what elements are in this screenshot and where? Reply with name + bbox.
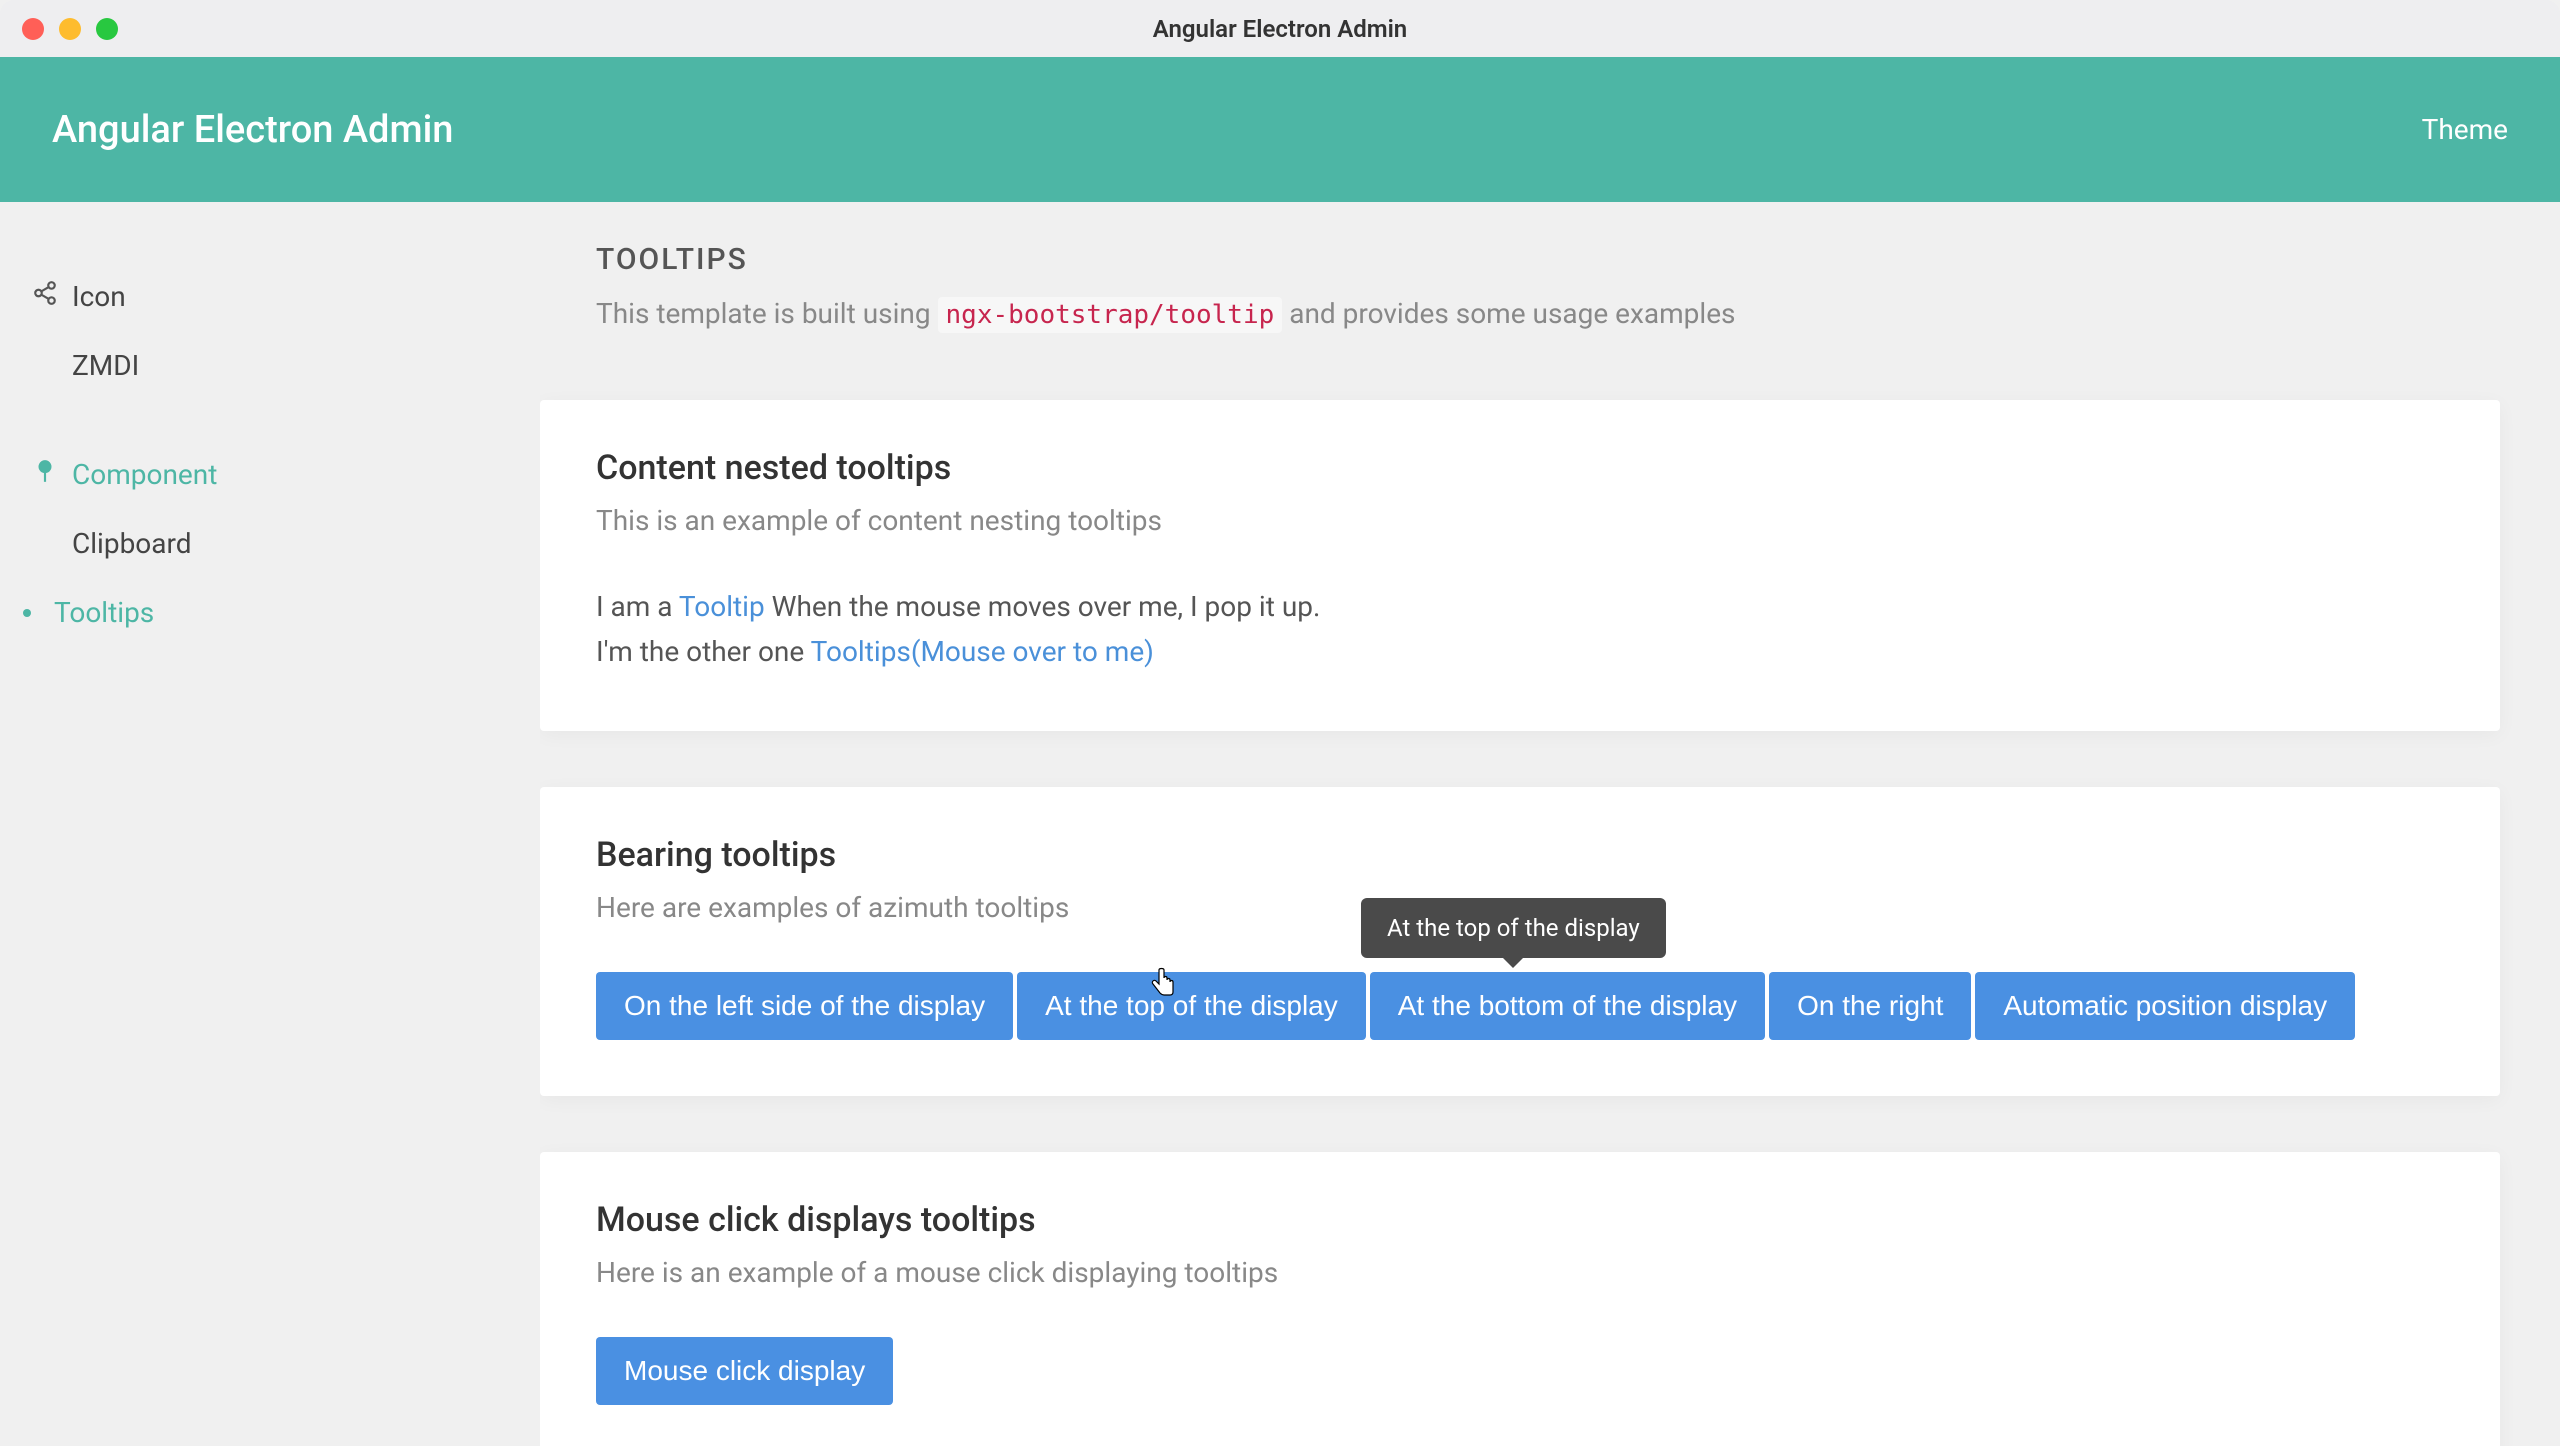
card-content-nested-tooltips: Content nested tooltips This is an examp… [540, 400, 2500, 731]
window-title: Angular Electron Admin [1153, 15, 1407, 43]
card-subtitle: Here is an example of a mouse click disp… [596, 1256, 2444, 1289]
sidebar: Icon ZMDI Component Clipboard Tooltips [0, 202, 540, 1446]
page-subtext: This template is built using ngx-bootstr… [540, 297, 2500, 330]
main-content: TOOLTIPS This template is built using ng… [540, 202, 2560, 1446]
card-mouse-click-tooltips: Mouse click displays tooltips Here is an… [540, 1152, 2500, 1446]
share-icon [32, 280, 58, 313]
tooltip-button-top[interactable]: At the top of the display [1017, 972, 1366, 1040]
maximize-window-button[interactable] [96, 18, 118, 40]
pin-icon [32, 458, 58, 491]
tooltip-button-bottom[interactable]: At the bottom of the display [1370, 972, 1765, 1040]
sidebar-group-label: Icon [72, 280, 126, 313]
sidebar-item-label: Tooltips [54, 578, 154, 647]
dot-icon [23, 609, 31, 617]
button-row: At the top of the display On the left si… [596, 972, 2444, 1040]
close-window-button[interactable] [22, 18, 44, 40]
tooltip-button-auto[interactable]: Automatic position display [1975, 972, 2355, 1040]
sidebar-group-icon[interactable]: Icon [0, 262, 540, 331]
tooltip-link-2[interactable]: Tooltips(Mouse over to me) [811, 635, 1154, 668]
tooltip-link-1[interactable]: Tooltip [679, 590, 765, 623]
tooltip-popup: At the top of the display [1361, 898, 1666, 958]
window-titlebar: Angular Electron Admin [0, 0, 2560, 57]
sidebar-group-label: Component [72, 458, 217, 491]
card-title: Bearing tooltips [596, 835, 2444, 875]
card-subtitle: This is an example of content nesting to… [596, 504, 2444, 537]
app-title: Angular Electron Admin [52, 108, 453, 152]
sidebar-item-tooltips[interactable]: Tooltips [0, 578, 540, 647]
card-title: Mouse click displays tooltips [596, 1200, 2444, 1240]
page-heading: TOOLTIPS [540, 242, 2500, 277]
mouse-click-button[interactable]: Mouse click display [596, 1337, 893, 1405]
card-bearing-tooltips: Bearing tooltips Here are examples of az… [540, 787, 2500, 1096]
app-header: Angular Electron Admin Theme [0, 57, 2560, 202]
sidebar-group-component[interactable]: Component [0, 440, 540, 509]
sidebar-item-zmdi[interactable]: ZMDI [0, 331, 540, 400]
card-title: Content nested tooltips [596, 448, 2444, 488]
minimize-window-button[interactable] [59, 18, 81, 40]
code-snippet: ngx-bootstrap/tooltip [938, 297, 1283, 333]
theme-toggle[interactable]: Theme [2422, 113, 2508, 146]
card-body-text: I am a Tooltip When the mouse moves over… [596, 585, 2444, 675]
tooltip-button-left[interactable]: On the left side of the display [596, 972, 1013, 1040]
tooltip-button-right[interactable]: On the right [1769, 972, 1971, 1040]
sidebar-item-clipboard[interactable]: Clipboard [0, 509, 540, 578]
